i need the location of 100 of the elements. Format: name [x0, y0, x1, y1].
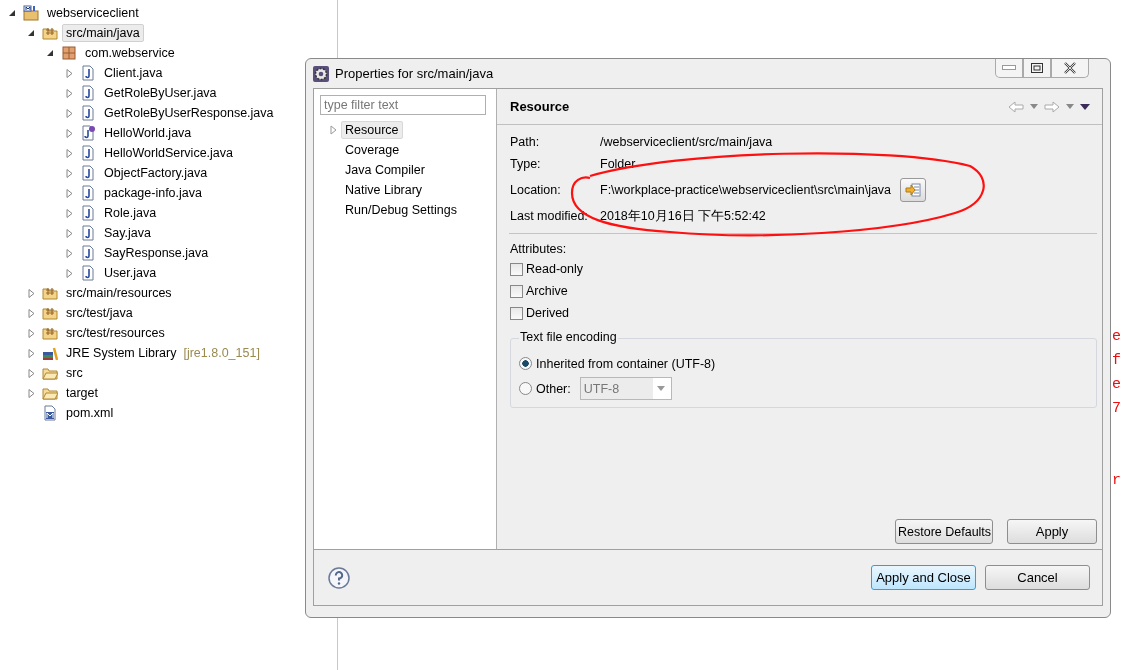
maven-file-icon: [42, 405, 58, 421]
tree-item[interactable]: src/test/java: [62, 304, 137, 322]
checkbox[interactable]: [510, 306, 523, 320]
library-icon: [42, 345, 58, 361]
tree-item[interactable]: src: [62, 364, 87, 382]
expand-arrow-icon[interactable]: [27, 348, 36, 358]
restore-defaults-button[interactable]: Restore Defaults: [895, 519, 993, 544]
expand-arrow-icon[interactable]: [65, 248, 74, 258]
radio-button[interactable]: [519, 357, 532, 370]
tree-item[interactable]: ObjectFactory.java: [100, 164, 212, 182]
field-label: Type:: [510, 157, 542, 171]
tree-item[interactable]: User.java: [100, 264, 161, 282]
code-text: r: [1112, 471, 1122, 491]
close-icon: [1063, 62, 1077, 74]
tree-item[interactable]: com.webservice: [81, 44, 179, 62]
package-folder-icon: [42, 25, 58, 41]
cancel-button[interactable]: Cancel: [985, 565, 1090, 590]
expand-arrow-icon[interactable]: [65, 208, 74, 218]
expand-arrow-icon[interactable]: [65, 228, 74, 238]
folder-icon: [42, 365, 58, 381]
filter-field[interactable]: type filter text: [320, 95, 486, 115]
field-label: Location:: [510, 183, 562, 197]
collapse-arrow-icon[interactable]: [46, 48, 55, 58]
field-value: /webserviceclient/src/main/java: [600, 135, 773, 149]
tree-item[interactable]: target: [62, 384, 102, 402]
expand-arrow-icon[interactable]: [27, 288, 36, 298]
collapse-arrow-icon[interactable]: [27, 28, 36, 38]
java-file-icon: [80, 125, 96, 141]
tree-item[interactable]: webserviceclient: [43, 4, 143, 22]
expand-arrow-icon[interactable]: [65, 168, 74, 178]
category-item[interactable]: Run/Debug Settings: [341, 201, 461, 219]
apply-button[interactable]: Apply: [1007, 519, 1097, 544]
tree-item[interactable]: package-info.java: [100, 184, 206, 202]
window-title: Properties for src/main/java: [335, 66, 494, 81]
expand-arrow-icon[interactable]: [330, 125, 337, 135]
java-file-icon: [80, 165, 96, 181]
java-file-icon: [80, 105, 96, 121]
field-value: 2018年10月16日 下午5:52:42: [600, 207, 766, 225]
expand-arrow-icon[interactable]: [65, 268, 74, 278]
java-file-icon: [80, 245, 96, 261]
back-icon[interactable]: [1008, 100, 1024, 113]
expand-arrow-icon[interactable]: [65, 188, 74, 198]
tree-item[interactable]: Client.java: [100, 64, 167, 82]
tree-item-decoration: [jre1.8.0_151]: [183, 346, 260, 360]
show-in-explorer-button[interactable]: [900, 178, 927, 202]
folder-icon: [42, 385, 58, 401]
view-menu-icon[interactable]: [1080, 103, 1090, 110]
encoding-dropdown[interactable]: UTF-8: [579, 377, 672, 400]
tree-item[interactable]: src/main/java: [62, 24, 144, 42]
java-file-icon: [80, 185, 96, 201]
field-label: Last modified:: [510, 209, 589, 223]
tree-item[interactable]: GetRoleByUser.java: [100, 84, 221, 102]
java-file-icon: [80, 205, 96, 221]
category-item[interactable]: Coverage: [341, 141, 404, 159]
category-item[interactable]: Java Compiler: [341, 161, 429, 179]
tree-item[interactable]: GetRoleByUserResponse.java: [100, 104, 278, 122]
tree-item[interactable]: src/test/resources: [62, 324, 169, 342]
folder-arrow-icon: [905, 183, 922, 197]
apply-and-close-button[interactable]: Apply and Close: [871, 565, 976, 590]
java-file-icon: [80, 85, 96, 101]
tree-item[interactable]: Say.java: [100, 224, 155, 242]
maximize-button[interactable]: [1023, 59, 1051, 78]
tree-item[interactable]: Role.java: [100, 204, 161, 222]
close-button[interactable]: [1051, 59, 1089, 78]
category-item[interactable]: Native Library: [341, 181, 427, 199]
forward-icon[interactable]: [1044, 100, 1060, 113]
tree-item[interactable]: JRE System Library: [62, 344, 181, 362]
radio-button[interactable]: [519, 382, 532, 395]
package-folder-icon: [42, 325, 58, 341]
tree-item[interactable]: src/main/resources: [62, 284, 176, 302]
gear-icon: [313, 65, 329, 82]
expand-arrow-icon[interactable]: [27, 328, 36, 338]
expand-arrow-icon[interactable]: [65, 148, 74, 158]
tree-item[interactable]: HelloWorld.java: [100, 124, 196, 142]
checkbox[interactable]: [510, 262, 523, 276]
expand-arrow-icon[interactable]: [27, 308, 36, 318]
package-folder-icon: [42, 285, 58, 301]
project-icon: [23, 5, 39, 21]
expand-arrow-icon[interactable]: [65, 88, 74, 98]
dropdown-icon[interactable]: [1030, 104, 1038, 109]
group-title: Text file encoding: [519, 330, 618, 344]
tree-item[interactable]: HelloWorldService.java: [100, 144, 237, 162]
expand-arrow-icon[interactable]: [65, 68, 74, 78]
caret-icon: [656, 386, 665, 391]
page-title: Resource: [510, 99, 570, 114]
expand-arrow-icon[interactable]: [27, 368, 36, 378]
minimize-icon: [1002, 65, 1016, 71]
collapse-arrow-icon[interactable]: [8, 8, 17, 18]
java-file-icon: [80, 265, 96, 281]
radio-label: Other:: [536, 381, 571, 396]
dropdown-icon[interactable]: [1066, 104, 1074, 109]
expand-arrow-icon[interactable]: [27, 388, 36, 398]
tree-item[interactable]: pom.xml: [62, 404, 118, 422]
field-label: Path:: [510, 135, 541, 149]
category-item[interactable]: Resource: [341, 121, 403, 139]
expand-arrow-icon[interactable]: [65, 108, 74, 118]
help-icon[interactable]: [328, 566, 350, 589]
checkbox[interactable]: [510, 284, 523, 298]
tree-item[interactable]: SayResponse.java: [100, 244, 213, 262]
expand-arrow-icon[interactable]: [65, 128, 74, 138]
